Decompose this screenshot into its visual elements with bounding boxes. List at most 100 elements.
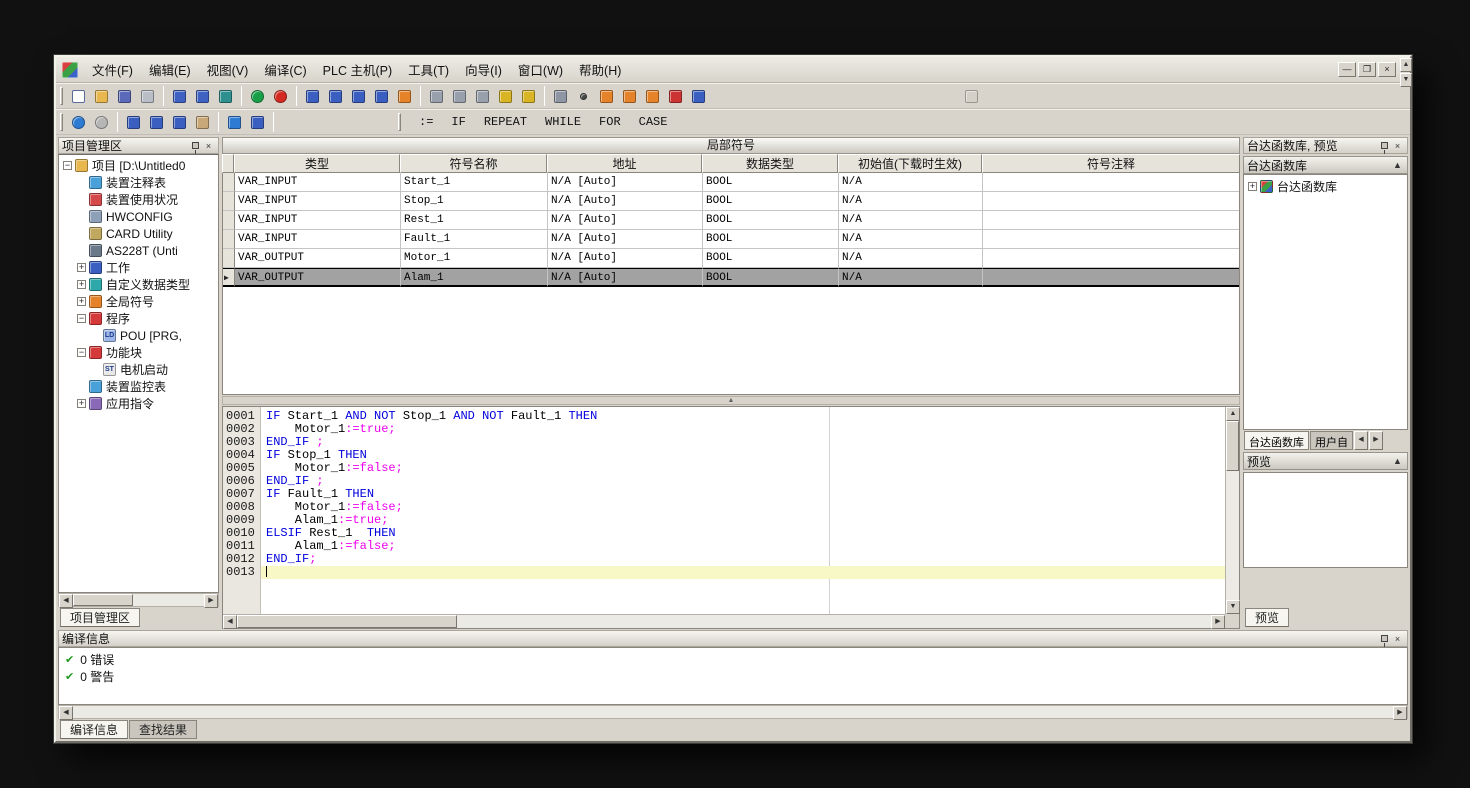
new-file-icon[interactable] [67,85,90,107]
restore-button[interactable]: ❐ [1358,62,1376,77]
row-selector[interactable] [223,173,235,192]
monitor-mode-icon[interactable] [370,85,393,107]
minimize-button[interactable]: — [1338,62,1356,77]
tree-expander[interactable]: + [1248,182,1257,191]
refresh-icon[interactable] [687,85,710,107]
tab-project-manager[interactable]: 项目管理区 [60,608,140,627]
tree-expander-icon[interactable]: − [77,314,86,323]
tree-item[interactable]: HWCONFIG [59,208,218,225]
toolbar-grip[interactable] [60,87,63,105]
save-icon[interactable] [113,85,136,107]
code-line[interactable]: 0002 Motor_1:=true; [223,423,1225,436]
library-tab-0[interactable]: 台达函数库 [1244,431,1309,450]
erase-icon[interactable] [191,111,214,133]
tree-item[interactable]: +全局符号 [59,293,218,310]
symbol-cell[interactable] [983,173,1239,192]
scroll-right-icon[interactable]: ▶ [1393,706,1407,720]
toolbar-overflow-button[interactable] [960,85,983,107]
record-icon[interactable] [572,85,595,107]
forward-icon[interactable] [90,111,113,133]
code-line[interactable]: 0013 [223,566,1225,579]
output-tab-0[interactable]: 编译信息 [60,720,128,739]
tab-preview[interactable]: 预览 [1245,608,1289,627]
device-monitor-icon[interactable] [448,85,471,107]
row-selector[interactable]: ▶ [223,268,235,287]
compile-icon[interactable] [246,85,269,107]
tree-expander-icon[interactable]: − [63,161,72,170]
pin-icon[interactable] [1378,632,1391,645]
simulator-icon[interactable] [549,85,572,107]
tree-item[interactable]: 装置注释表 [59,174,218,191]
symbol-cell[interactable]: BOOL [703,230,839,249]
collapse-icon[interactable]: ▲ [1391,455,1404,468]
overflow-down-icon[interactable]: ▼ [1400,73,1412,87]
tree-item[interactable]: AS228T (Unti [59,242,218,259]
menu-item-4[interactable]: PLC 主机(P) [315,57,400,82]
password-icon[interactable] [494,85,517,107]
library-tab-1[interactable]: 用户自 [1310,431,1353,450]
st-keyword-button[interactable]: := [411,113,441,131]
preview-section-bar[interactable]: 预览 ▲ [1243,452,1408,470]
comm-setting-icon[interactable] [425,85,448,107]
symbol-row[interactable]: VAR_OUTPUTMotor_1N/A [Auto]BOOLN/A [223,249,1239,268]
copy-icon[interactable] [145,111,168,133]
open-project-icon[interactable] [90,85,113,107]
symbol-cell[interactable] [983,192,1239,211]
overflow-up-icon[interactable]: ▲ [1400,58,1412,72]
menu-item-5[interactable]: 工具(T) [400,57,457,82]
zoom-icon[interactable] [223,111,246,133]
tree-expander-icon[interactable]: + [77,399,86,408]
st-keyword-button[interactable]: REPEAT [476,113,535,131]
symbol-cell[interactable]: BOOL [703,192,839,211]
reset-plc-icon[interactable] [641,85,664,107]
run-plc-icon[interactable] [595,85,618,107]
scroll-up-icon[interactable]: ▲ [1226,407,1240,421]
code-line[interactable]: 0011 Alam_1:=false; [223,540,1225,553]
scroll-right-icon[interactable]: ▶ [1211,615,1225,629]
library-tree-item[interactable]: + 台达函数库 [1244,178,1407,195]
stop-compile-icon[interactable] [269,85,292,107]
toolbar-grip[interactable] [398,113,401,131]
column-header[interactable]: 初始值(下载时生效) [838,154,982,173]
scrollbar-thumb[interactable] [237,615,457,628]
symbol-cell[interactable]: N/A [Auto] [548,192,703,211]
symbol-cell[interactable]: VAR_OUTPUT [235,249,401,268]
symbol-cell[interactable]: VAR_INPUT [235,173,401,192]
st-keyword-button[interactable]: IF [443,113,473,131]
symbol-row[interactable]: VAR_INPUTStart_1N/A [Auto]BOOLN/A [223,173,1239,192]
symbol-cell[interactable]: Motor_1 [401,249,548,268]
tree-item[interactable]: ST电机启动 [59,361,218,378]
st-editor-content[interactable]: 0001IF Start_1 AND NOT Stop_1 AND NOT Fa… [223,407,1225,614]
symbol-cell[interactable] [983,268,1239,287]
close-button[interactable]: × [1378,62,1396,77]
menu-item-0[interactable]: 文件(F) [84,57,141,82]
cut-icon[interactable] [122,111,145,133]
close-icon[interactable]: × [1391,139,1404,152]
symbol-cell[interactable]: N/A [Auto] [548,249,703,268]
online-mode-icon[interactable] [347,85,370,107]
tree-item[interactable]: 装置监控表 [59,378,218,395]
symbol-cell[interactable]: VAR_INPUT [235,192,401,211]
symbol-cell[interactable] [983,249,1239,268]
code-line[interactable]: 0003END_IF ; [223,436,1225,449]
symbol-cell[interactable]: N/A [839,230,983,249]
symbol-cell[interactable]: BOOL [703,249,839,268]
symbol-row[interactable]: VAR_INPUTStop_1N/A [Auto]BOOLN/A [223,192,1239,211]
menu-item-1[interactable]: 编辑(E) [141,57,199,82]
tree-expander-icon[interactable]: + [77,263,86,272]
scroll-right-icon[interactable]: ▶ [204,594,218,608]
tree-item[interactable]: CARD Utility [59,225,218,242]
menu-item-8[interactable]: 帮助(H) [571,57,629,82]
symbol-cell[interactable]: N/A [Auto] [548,173,703,192]
symbol-cell[interactable]: N/A [839,211,983,230]
symbol-cell[interactable]: VAR_OUTPUT [235,268,401,287]
close-icon[interactable]: × [202,139,215,152]
pin-icon[interactable] [1378,139,1391,152]
symbol-row[interactable]: ▶VAR_OUTPUTAlam_1N/A [Auto]BOOLN/A [223,268,1239,287]
scrollbar-thumb[interactable] [1226,421,1239,471]
horizontal-splitter[interactable]: ▲ [222,396,1240,405]
symbol-cell[interactable]: N/A [839,268,983,287]
symbol-row[interactable]: VAR_INPUTFault_1N/A [Auto]BOOLN/A [223,230,1239,249]
scrollbar-thumb[interactable] [73,594,133,606]
tree-item[interactable]: −项目 [D:\Untitled0 [59,157,218,174]
